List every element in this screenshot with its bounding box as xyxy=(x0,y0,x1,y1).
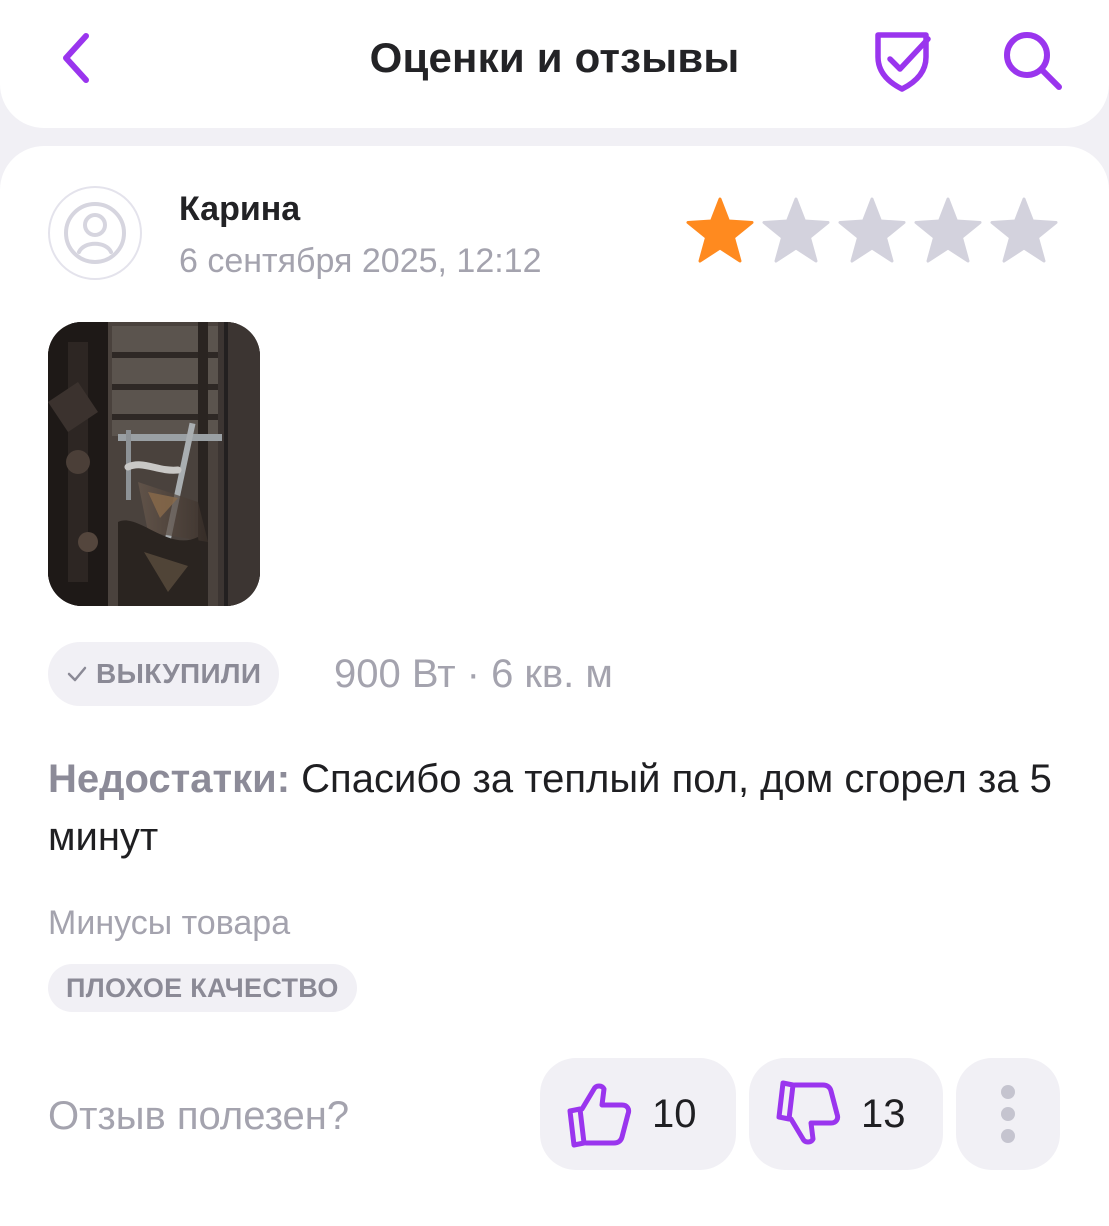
avatar xyxy=(48,186,142,280)
review-card: Карина 6 сентября 2025, 12:12 ВЫКУПИЛИ 9… xyxy=(0,146,1109,1226)
sad-face-icon xyxy=(64,202,126,264)
star-empty-icon xyxy=(990,197,1058,263)
thumbs-down-icon xyxy=(776,1080,841,1145)
page-title: Оценки и отзывы xyxy=(369,34,740,81)
review-date: 6 сентября 2025, 12:12 xyxy=(179,242,542,280)
author-name: Карина xyxy=(179,190,301,228)
check-icon xyxy=(67,666,87,682)
review-photo[interactable] xyxy=(48,322,260,606)
like-count: 10 xyxy=(652,1091,697,1136)
top-bar: Оценки и отзывы xyxy=(0,0,1109,128)
star-empty-icon xyxy=(762,197,830,263)
minus-title: Минусы товара xyxy=(48,904,291,942)
star-filled-icon xyxy=(686,197,754,263)
product-variant: 900 Вт · 6 кв. м xyxy=(334,652,613,696)
dislike-count: 13 xyxy=(861,1091,906,1136)
shield-button[interactable] xyxy=(866,24,938,96)
star-rating xyxy=(684,196,1060,266)
purchased-badge-label: ВЫКУПИЛИ xyxy=(96,658,262,689)
minus-tag: ПЛОХОЕ КАЧЕСТВО xyxy=(48,964,357,1012)
more-options-button[interactable] xyxy=(956,1058,1060,1170)
search-button[interactable] xyxy=(994,24,1070,96)
cons-label: Недостатки: xyxy=(48,757,291,801)
more-vertical-icon xyxy=(1001,1085,1015,1143)
like-button[interactable]: 10 xyxy=(540,1058,736,1170)
star-empty-icon xyxy=(838,197,906,263)
thumbs-up-icon xyxy=(567,1083,632,1148)
purchased-badge: ВЫКУПИЛИ xyxy=(48,642,280,706)
dislike-button[interactable]: 13 xyxy=(749,1058,943,1170)
helpful-question: Отзыв полезен? xyxy=(48,1094,350,1138)
burned-room-photo xyxy=(48,322,260,606)
search-icon xyxy=(1004,32,1062,90)
review-text: Недостатки: Спасибо за теплый пол, дом с… xyxy=(48,750,1078,866)
shield-check-icon xyxy=(875,32,931,92)
star-empty-icon xyxy=(914,197,982,263)
